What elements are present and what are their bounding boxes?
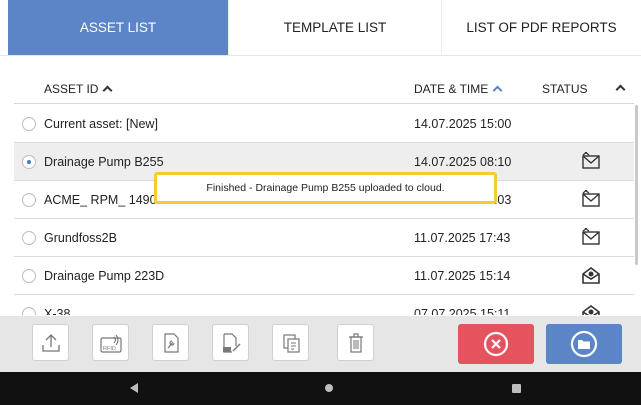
tab-asset-list[interactable]: ASSET LIST xyxy=(8,0,229,55)
mail-sent-icon xyxy=(582,228,600,245)
sign-report-button[interactable] xyxy=(212,324,249,361)
cancel-button[interactable] xyxy=(458,324,534,364)
collapse-button[interactable] xyxy=(615,82,626,96)
asset-date: 07.07.2025 15:11 xyxy=(414,307,511,315)
asset-name: ACME_ RPM_ 1490 xyxy=(44,193,157,207)
asset-doc-button[interactable] xyxy=(152,324,189,361)
asset-date: 14.07.2025 08:10 xyxy=(414,155,512,169)
row-radio[interactable] xyxy=(22,269,36,283)
close-circle-icon xyxy=(483,331,509,357)
rfid-button[interactable]: RFID xyxy=(92,324,129,361)
delete-button[interactable] xyxy=(337,324,374,361)
table-row[interactable]: Drainage Pump 223D 11.07.2025 15:14 xyxy=(14,257,634,295)
copy-doc-icon xyxy=(282,333,300,353)
open-folder-button[interactable] xyxy=(546,324,622,364)
wrench-doc-icon xyxy=(163,332,179,353)
header-date-time[interactable]: DATE & TIME xyxy=(414,81,503,96)
row-radio[interactable] xyxy=(22,117,36,131)
mail-open-icon xyxy=(582,305,600,315)
header-asset-id[interactable]: ASSET ID xyxy=(44,81,113,96)
chevron-up-icon xyxy=(615,84,626,94)
asset-name: Drainage Pump 223D xyxy=(44,269,165,283)
header-date-time-label: DATE & TIME xyxy=(414,81,489,96)
tab-pdf-reports[interactable]: LIST OF PDF REPORTS xyxy=(442,0,641,55)
bottom-toolbar: RFID xyxy=(0,316,641,372)
copy-button[interactable] xyxy=(272,324,309,361)
tab-template-list[interactable]: TEMPLATE LIST xyxy=(229,0,442,55)
asset-name: Grundfoss2B xyxy=(44,231,117,245)
row-radio[interactable] xyxy=(22,307,36,315)
row-radio[interactable] xyxy=(22,155,36,169)
upload-toast: Finished - Drainage Pump B255 uploaded t… xyxy=(154,172,497,204)
asset-name: Current asset: [New] xyxy=(44,117,158,131)
recents-icon[interactable] xyxy=(512,384,521,393)
mail-sent-icon xyxy=(582,190,600,207)
back-icon[interactable] xyxy=(130,383,138,393)
sort-asc-icon xyxy=(103,85,113,96)
asset-name: Drainage Pump B255 xyxy=(44,155,164,169)
mail-open-icon xyxy=(582,267,600,284)
header-asset-id-label: ASSET ID xyxy=(44,81,99,96)
upload-button[interactable] xyxy=(32,324,69,361)
list-scrollbar[interactable] xyxy=(635,105,638,265)
table-row[interactable]: Grundfoss2B 11.07.2025 17:43 xyxy=(14,219,634,257)
table-row[interactable]: X-38 07.07.2025 15:11 xyxy=(14,295,634,315)
svg-text:RFID: RFID xyxy=(103,346,116,352)
sign-doc-icon xyxy=(222,332,240,353)
asset-list: Current asset: [New] 14.07.2025 15:00 Dr… xyxy=(14,105,634,315)
asset-date: 14.07.2025 15:00 xyxy=(414,117,512,131)
rfid-icon: RFID xyxy=(99,334,122,353)
sort-asc-icon xyxy=(492,85,503,96)
tab-bar: ASSET LIST TEMPLATE LIST LIST OF PDF REP… xyxy=(0,0,641,56)
asset-name: X-38 xyxy=(44,307,71,315)
header-status[interactable]: STATUS xyxy=(542,82,588,96)
row-radio[interactable] xyxy=(22,193,36,207)
row-radio[interactable] xyxy=(22,231,36,245)
mail-sent-icon xyxy=(582,152,600,169)
home-icon[interactable] xyxy=(325,384,333,392)
asset-date: 11.07.2025 17:43 xyxy=(414,231,511,245)
folder-icon xyxy=(570,330,598,358)
asset-date: 11.07.2025 15:14 xyxy=(414,269,511,283)
toast-message: Finished - Drainage Pump B255 uploaded t… xyxy=(206,182,445,194)
table-row[interactable]: Current asset: [New] 14.07.2025 15:00 xyxy=(14,105,634,143)
upload-icon xyxy=(41,333,60,352)
table-header: ASSET ID DATE & TIME STATUS xyxy=(14,74,634,104)
system-navigation-bar xyxy=(0,372,641,405)
trash-icon xyxy=(348,332,363,353)
